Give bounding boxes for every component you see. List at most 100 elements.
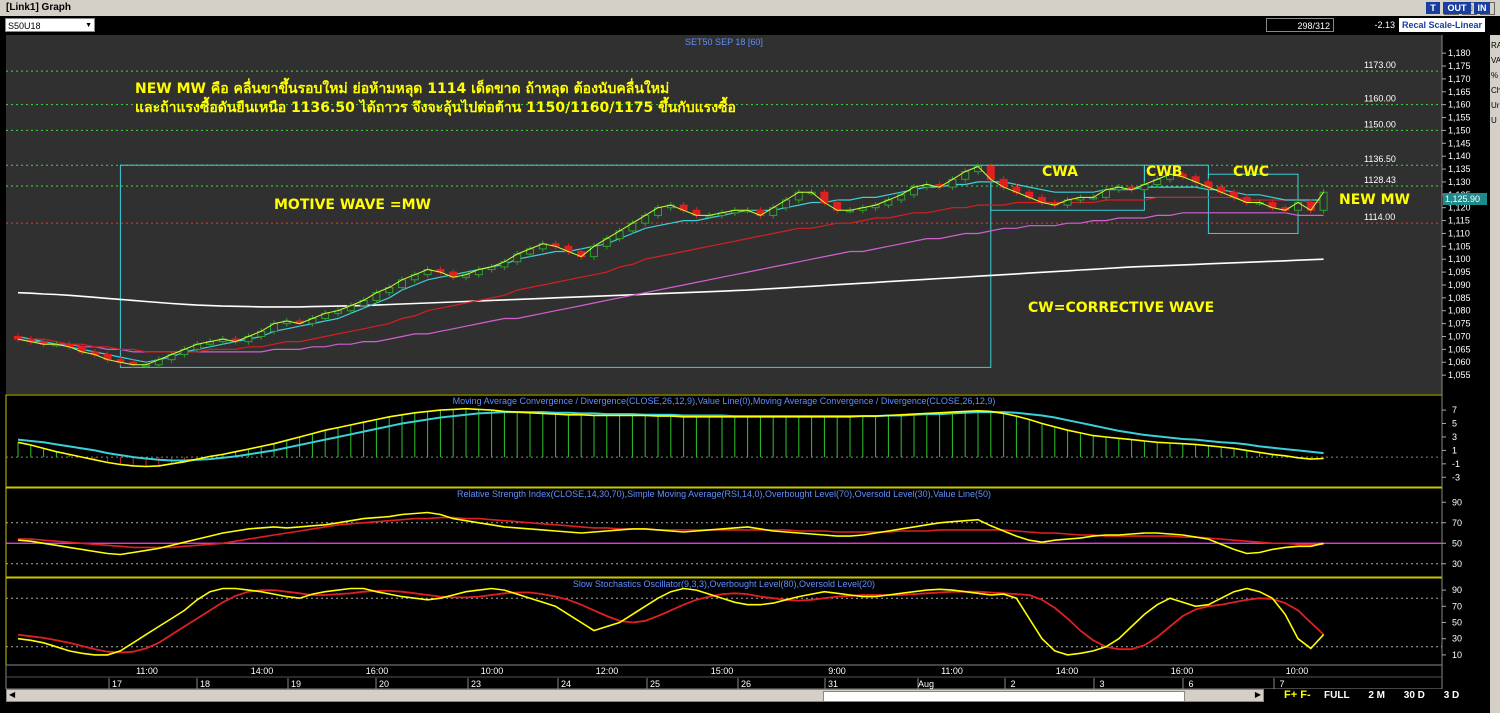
x-date-label: 26 xyxy=(741,679,751,689)
price-tick-label: 1,065 xyxy=(1448,344,1471,354)
corrective-wave-label: CW=CORRECTIVE WAVE xyxy=(1028,300,1214,316)
x-time-label: 11:00 xyxy=(941,666,963,676)
period-2m-button[interactable]: 2 M xyxy=(1368,690,1385,701)
side-label: % xyxy=(1491,71,1499,80)
x-date-label: 19 xyxy=(291,679,301,689)
price-tick-label: 1,180 xyxy=(1448,48,1471,58)
scroll-thumb[interactable] xyxy=(823,691,1185,702)
price-level-label: 1114.00 xyxy=(1364,212,1395,222)
x-date-label: 17 xyxy=(112,679,122,689)
stoch-tick-label: 30 xyxy=(1452,634,1462,644)
candle-body xyxy=(14,335,22,340)
x-time-label: 16:00 xyxy=(366,666,389,676)
price-tick-label: 1,075 xyxy=(1448,319,1471,329)
x-time-label: 16:00 xyxy=(1171,666,1194,676)
period-3d-button[interactable]: 3 D xyxy=(1444,690,1460,701)
period-full-button[interactable]: FULL xyxy=(1324,690,1350,701)
price-tick-label: 1,160 xyxy=(1448,100,1471,110)
x-time-label: 10:00 xyxy=(1286,666,1309,676)
rsi-tick-label: 90 xyxy=(1452,497,1462,507)
current-price-label: 1,125.90 xyxy=(1445,194,1480,204)
price-tick-label: 1,130 xyxy=(1448,177,1471,187)
rsi-tick-label: 50 xyxy=(1452,538,1462,548)
price-tick-label: 1,145 xyxy=(1448,138,1471,148)
zoom-in-button[interactable]: F+ xyxy=(1284,689,1297,701)
price-tick-label: 1,090 xyxy=(1448,280,1471,290)
x-date-label: Aug xyxy=(918,679,934,689)
price-tick-label: 1,095 xyxy=(1448,267,1471,277)
x-date-label: 20 xyxy=(379,679,389,689)
x-date-label: 3 xyxy=(1099,679,1104,689)
price-level-label: 1150.00 xyxy=(1364,119,1396,129)
price-tick-label: 1,115 xyxy=(1448,216,1470,226)
macd-tick-label: 1 xyxy=(1452,445,1457,455)
x-time-label: 14:00 xyxy=(251,666,274,676)
cwa-label: CWA xyxy=(1042,164,1078,180)
cwb-label: CWB xyxy=(1146,164,1182,180)
cwc-label: CWC xyxy=(1233,164,1269,180)
rsi-tick-label: 30 xyxy=(1452,559,1462,569)
price-tick-label: 1,060 xyxy=(1448,357,1471,367)
stoch-tick-label: 90 xyxy=(1452,585,1462,595)
stoch-tick-label: 10 xyxy=(1452,650,1462,660)
x-date-label: 6 xyxy=(1188,679,1193,689)
period-buttons: FULL 2 M 30 D 3 D xyxy=(1324,690,1475,701)
x-date-label: 18 xyxy=(200,679,210,689)
x-time-label: 11:00 xyxy=(136,666,158,676)
x-time-label: 15:00 xyxy=(711,666,734,676)
price-tick-label: 1,140 xyxy=(1448,151,1471,161)
price-tick-label: 1,150 xyxy=(1448,125,1471,135)
price-tick-label: 1,155 xyxy=(1448,113,1471,123)
price-level-label: 1173.00 xyxy=(1364,60,1396,70)
macd-tick-label: -3 xyxy=(1452,472,1460,482)
chart-scrollbar[interactable]: ◀ ▶ xyxy=(6,689,1264,702)
macd-tick-label: -1 xyxy=(1452,459,1460,469)
x-date-label: 25 xyxy=(650,679,660,689)
scroll-left-icon[interactable]: ◀ xyxy=(9,690,15,699)
new-mw-label: NEW MW xyxy=(1339,192,1410,208)
stoch-panel-bg xyxy=(5,577,1443,666)
price-tick-label: 1,110 xyxy=(1448,228,1470,238)
stoch-tick-label: 50 xyxy=(1452,618,1462,628)
price-level-label: 1136.50 xyxy=(1364,154,1396,164)
x-time-label: 12:00 xyxy=(596,666,619,676)
x-time-label: 14:00 xyxy=(1056,666,1079,676)
macd-tick-label: 7 xyxy=(1452,405,1457,415)
price-tick-label: 1,100 xyxy=(1448,254,1471,264)
chart-canvas: SET50 SEP 18 [60] Moving Average Converg… xyxy=(5,35,1487,689)
macd-tick-label: 3 xyxy=(1452,432,1457,442)
period-30d-button[interactable]: 30 D xyxy=(1404,690,1425,701)
motive-wave-label: MOTIVE WAVE =MW xyxy=(274,197,431,213)
x-date-label: 7 xyxy=(1279,679,1284,689)
macd-tick-label: 5 xyxy=(1452,419,1457,429)
x-time-label: 10:00 xyxy=(481,666,504,676)
price-tick-label: 1,135 xyxy=(1448,164,1471,174)
side-label: VA xyxy=(1491,56,1500,65)
x-date-label: 31 xyxy=(828,679,838,689)
side-label: RA xyxy=(1491,41,1500,50)
price-tick-label: 1,070 xyxy=(1448,331,1471,341)
price-tick-label: 1,105 xyxy=(1448,241,1471,251)
macd-panel-bg xyxy=(5,394,1443,488)
x-time-label: 9:00 xyxy=(828,666,846,676)
price-tick-label: 1,085 xyxy=(1448,293,1471,303)
zoom-buttons: F+ F- xyxy=(1284,689,1311,701)
price-tick-label: 1,080 xyxy=(1448,306,1471,316)
rsi-title: Relative Strength Index(CLOSE,14,30,70),… xyxy=(457,489,991,499)
price-tick-label: 1,055 xyxy=(1448,370,1471,380)
x-date-label: 23 xyxy=(471,679,481,689)
rsi-tick-label: 70 xyxy=(1452,518,1462,528)
price-title: SET50 SEP 18 [60] xyxy=(685,37,763,47)
price-level-label: 1160.00 xyxy=(1364,94,1396,104)
y-axis-ticks: 1,180 1,175 1,170 1,165 1,160 1,155 1,150 1,145… xyxy=(1442,48,1471,660)
side-label: U xyxy=(1491,116,1497,125)
scroll-right-icon[interactable]: ▶ xyxy=(1255,690,1261,699)
price-level-label: 1128.43 xyxy=(1364,175,1396,185)
x-date-label: 2 xyxy=(1010,679,1015,689)
x-date-label: 24 xyxy=(561,679,571,689)
zoom-out-button[interactable]: F- xyxy=(1300,689,1310,701)
macd-title: Moving Average Convergence / Divergence(… xyxy=(453,396,996,406)
price-tick-label: 1,170 xyxy=(1448,74,1471,84)
side-panel: RA VA% Ch Ur U xyxy=(1490,35,1500,713)
side-label: Ur xyxy=(1491,101,1500,110)
